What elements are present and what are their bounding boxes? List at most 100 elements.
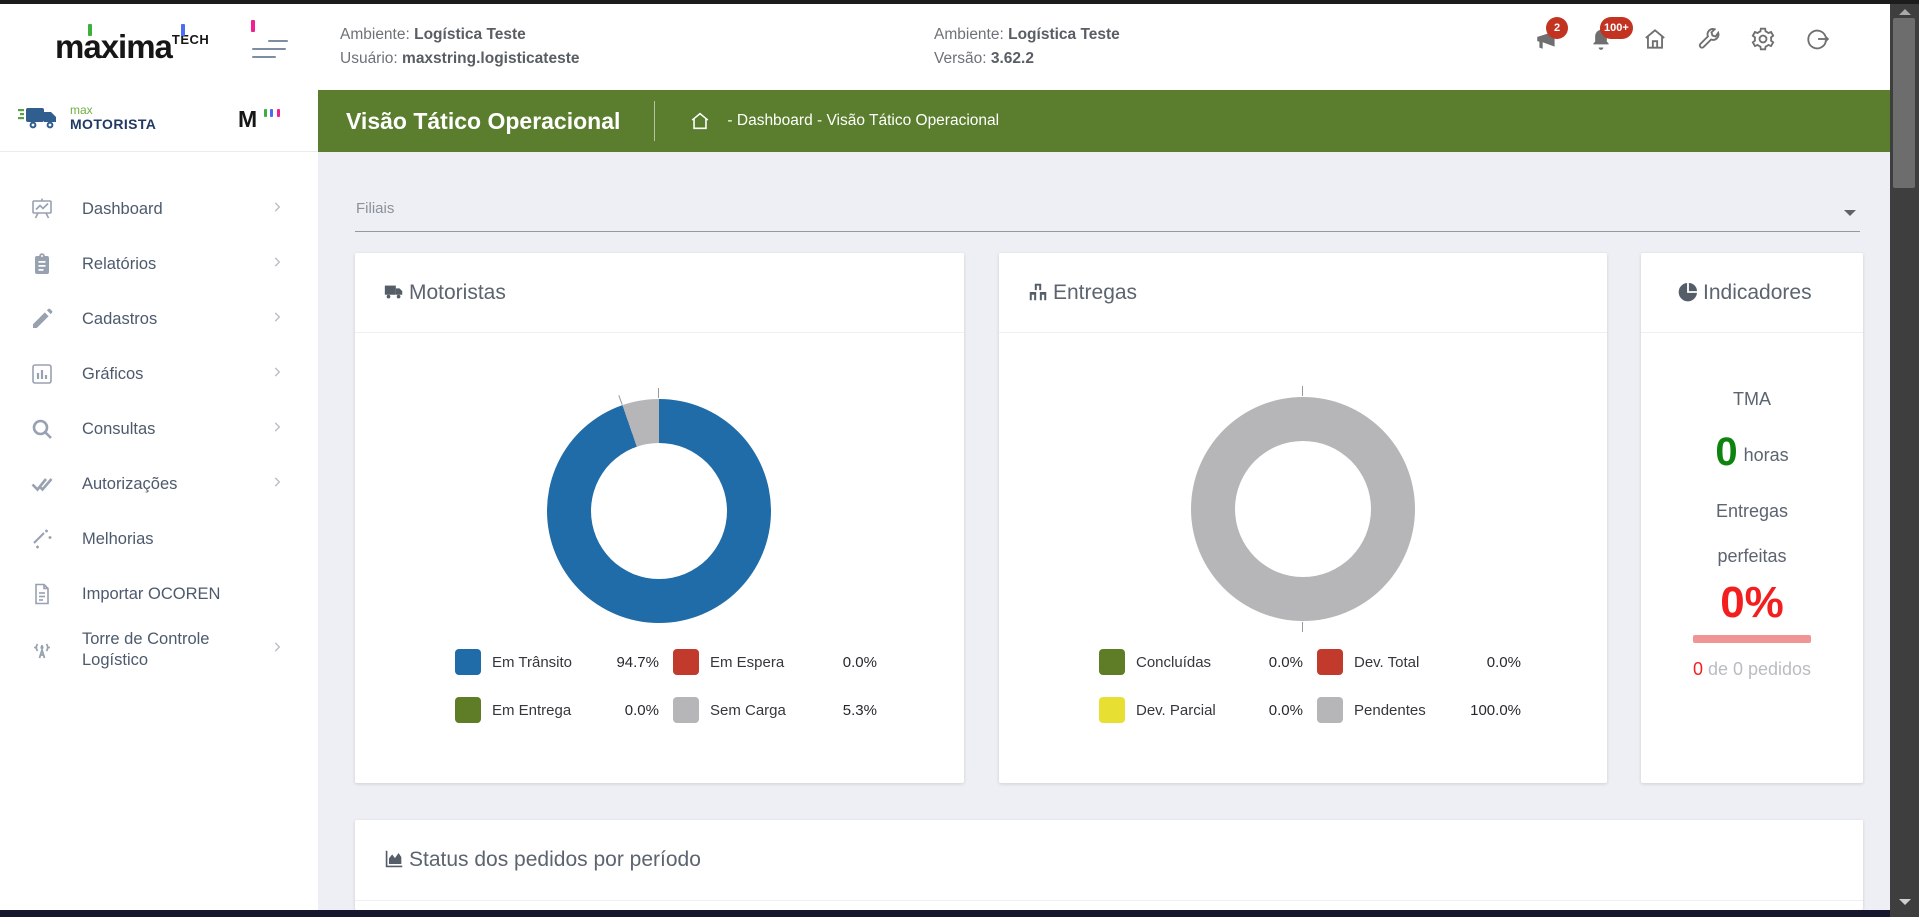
brand-tick-blue xyxy=(181,24,185,36)
legend-item: Dev. Total 0.0% xyxy=(1317,649,1535,675)
status-pedidos-card: Status dos pedidos por período xyxy=(355,820,1863,910)
announcements-button[interactable]: 2 xyxy=(1534,26,1560,52)
bar-chart-icon xyxy=(30,362,60,388)
legend-label: Pendentes xyxy=(1354,702,1426,719)
breadcrumb-home-icon[interactable] xyxy=(689,110,711,132)
mini-tick-green xyxy=(264,109,267,117)
versao-label: Versão: xyxy=(934,50,987,67)
sidebar-logo-row: max MOTORISTA M xyxy=(0,90,318,152)
double-check-icon xyxy=(30,472,60,498)
pedidos-count: 0 de 0 pedidos xyxy=(1641,659,1863,680)
sidebar-item-label: Cadastros xyxy=(82,309,157,330)
chevron-right-icon xyxy=(270,640,284,659)
chevron-right-icon xyxy=(270,420,284,439)
entregas-card-header: Entregas xyxy=(999,253,1607,333)
sidebar-item-dashboard[interactable]: Dashboard xyxy=(0,182,318,237)
area-chart-icon xyxy=(383,848,407,872)
sidebar-item-label: Consultas xyxy=(82,419,155,440)
scroll-down-arrow-icon[interactable] xyxy=(1899,899,1911,905)
donut-hole xyxy=(591,443,727,579)
scrollbar-thumb[interactable] xyxy=(1893,18,1915,188)
sidebar-item-label: Importar OCOREN xyxy=(82,584,220,605)
sidebar: max MOTORISTA M Dashboard Relatórios Cad… xyxy=(0,90,318,910)
sidebar-item-label: Gráficos xyxy=(82,364,143,385)
usuario-label: Usuário: xyxy=(340,50,398,67)
legend-item: Sem Carga 5.3% xyxy=(673,697,891,723)
legend-item: Em Espera 0.0% xyxy=(673,649,891,675)
sidebar-item-torre-controle[interactable]: Torre de Controle Logístico xyxy=(0,622,318,677)
donut-hole xyxy=(1235,441,1371,577)
indicadores-card: Indicadores TMA 0horas Entregas perfeita… xyxy=(1641,253,1863,783)
filiais-label: Filiais xyxy=(356,200,394,217)
legend-swatch xyxy=(673,697,699,723)
motoristas-title: Motoristas xyxy=(409,281,506,305)
window-top-edge xyxy=(0,0,1919,4)
settings-button[interactable] xyxy=(1750,26,1776,52)
vertical-scrollbar[interactable] xyxy=(1890,0,1919,917)
logout-icon xyxy=(1804,26,1830,52)
brand-tick-pink xyxy=(251,20,255,32)
sidebar-item-importar-ocoren[interactable]: Importar OCOREN xyxy=(0,567,318,622)
page-titlebar: Visão Tático Operacional - Dashboard - V… xyxy=(318,90,1890,152)
sidebar-item-autorizacoes[interactable]: Autorizações xyxy=(0,457,318,512)
magic-wand-icon xyxy=(30,527,60,553)
home-button[interactable] xyxy=(1642,26,1668,52)
dashboard-chart-icon xyxy=(30,197,60,223)
sidebar-item-cadastros[interactable]: Cadastros xyxy=(0,292,318,347)
environment-version-info: Ambiente: Logística Teste Versão: 3.62.2 xyxy=(934,23,1120,71)
donut-tick xyxy=(1302,386,1303,396)
sidebar-item-label: Autorizações xyxy=(82,474,177,495)
home-icon xyxy=(1642,26,1668,52)
sidebar-item-label: Melhorias xyxy=(82,529,154,550)
scroll-up-arrow-icon[interactable] xyxy=(1899,9,1911,15)
boxes-icon xyxy=(1027,281,1051,305)
legend-label: Em Trânsito xyxy=(492,654,572,671)
ambiente-label: Ambiente: xyxy=(340,26,410,43)
max-motorista-logo: max MOTORISTA xyxy=(18,102,156,134)
mini-m-letter: M xyxy=(238,106,257,132)
sidebar-menu: Dashboard Relatórios Cadastros Gráficos … xyxy=(0,182,318,677)
entregas-legend: Concluídas 0.0% Dev. Total 0.0% Dev. Par… xyxy=(1099,649,1539,723)
donut-tick xyxy=(1302,622,1303,632)
maxima-tech-logo: maximaTECH xyxy=(55,28,285,72)
perfect-deliveries-percent: 0% xyxy=(1641,581,1863,625)
titlebar-divider xyxy=(654,101,655,141)
max-motorista-wordmark: max MOTORISTA xyxy=(70,105,156,132)
pedidos-count-rest: de 0 pedidos xyxy=(1703,659,1811,679)
brand-suffix: TECH xyxy=(172,32,209,47)
sidebar-item-melhorias[interactable]: Melhorias xyxy=(0,512,318,567)
legend-swatch xyxy=(1317,649,1343,675)
breadcrumb: - Dashboard - Visão Tático Operacional xyxy=(727,112,999,130)
truck-icon xyxy=(383,281,407,305)
chevron-right-icon xyxy=(270,255,284,274)
filiais-select[interactable]: Filiais xyxy=(355,190,1860,232)
legend-swatch xyxy=(1099,649,1125,675)
entregas-donut-chart xyxy=(1191,397,1415,621)
donut-tick xyxy=(658,388,659,398)
legend-swatch xyxy=(1317,697,1343,723)
maxima-mini-logo: M xyxy=(238,106,257,133)
legend-swatch xyxy=(455,697,481,723)
search-icon xyxy=(30,417,60,443)
tma-value-row: 0horas xyxy=(1641,430,1863,475)
environment-user-info: Ambiente: Logística Teste Usuário: maxst… xyxy=(340,23,579,71)
sidebar-toggle-button[interactable] xyxy=(252,40,288,62)
legend-item: Em Entrega 0.0% xyxy=(455,697,673,723)
motoristas-card: Motoristas Em Trânsito 94.7% Em Espera 0… xyxy=(355,253,964,783)
chevron-right-icon xyxy=(270,200,284,219)
sidebar-item-label: Dashboard xyxy=(82,199,163,220)
entregas-perfeitas-line2: perfeitas xyxy=(1641,546,1863,567)
sidebar-item-relatorios[interactable]: Relatórios xyxy=(0,237,318,292)
chevron-right-icon xyxy=(270,310,284,329)
logout-button[interactable] xyxy=(1804,26,1830,52)
sidebar-item-consultas[interactable]: Consultas xyxy=(0,402,318,457)
pencil-icon xyxy=(30,307,60,333)
page-title: Visão Tático Operacional xyxy=(346,108,620,135)
legend-swatch xyxy=(1099,697,1125,723)
tools-button[interactable] xyxy=(1696,26,1722,52)
notifications-button[interactable]: 100+ xyxy=(1588,26,1614,52)
legend-value: 5.3% xyxy=(843,702,877,719)
app-header: maximaTECH Ambiente: Logística Teste Usu… xyxy=(0,4,1890,90)
sidebar-item-graficos[interactable]: Gráficos xyxy=(0,347,318,402)
chevron-right-icon xyxy=(270,475,284,494)
